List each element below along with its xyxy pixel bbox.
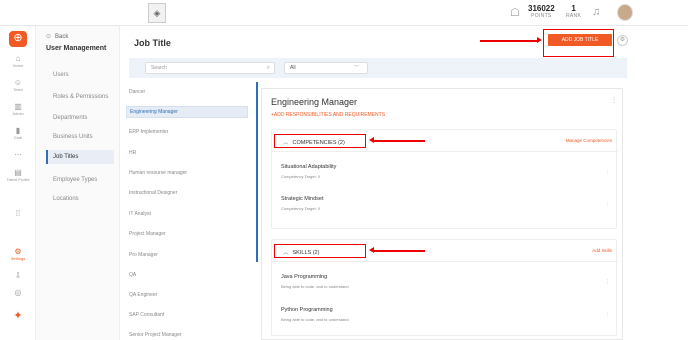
job-item[interactable]: Instructional Designer: [129, 190, 247, 196]
back-link[interactable]: ⊙ Back: [46, 33, 68, 40]
job-title-list: Dancer Engineering Manager ERP Implement…: [120, 82, 252, 340]
skills-section: ︿ SKILLS (2) Add Skills Java Programming …: [271, 239, 618, 336]
annotation-highlight-add: [543, 29, 614, 57]
submenu-item-employee-types[interactable]: Employee Types: [53, 177, 97, 183]
chevron-down-icon: ﹀: [353, 65, 359, 71]
main-content: Job Title ADD JOB TITLE ⚙ Search ⌕ All ﹀ D…: [120, 26, 688, 340]
points-label: POINTS: [531, 13, 552, 19]
talent-profile-icon: ▤: [14, 168, 22, 177]
download-icon: ⇩: [14, 271, 22, 280]
annotation-arrow: [369, 137, 425, 143]
job-item[interactable]: Engineering Manager: [126, 106, 248, 118]
gear-icon[interactable]: ⚙: [617, 35, 628, 46]
job-detail-panel: Engineering Manager ⋮ +ADD RESPONSIBILIT…: [261, 88, 623, 340]
submenu-item-business-units[interactable]: Business Units: [53, 134, 93, 140]
nav-goal[interactable]: ▮ Goal: [0, 126, 36, 140]
nav-admin[interactable]: ▥ Admin: [0, 102, 36, 116]
goal-icon: ▮: [15, 126, 21, 135]
submenu-item-users[interactable]: Users: [53, 72, 69, 78]
points-stat: 316022 POINTS: [528, 4, 555, 19]
icon-nav: ⊕ ⌂ Home ☺ Team ▥ Admin ▮ Goal ⋯ ▤ Talent Pro…: [0, 26, 36, 340]
list-scrollbar[interactable]: [256, 82, 258, 262]
manage-competencies-link[interactable]: Manage Competencies: [566, 138, 612, 143]
kebab-menu-icon[interactable]: ⋮: [605, 169, 610, 175]
kebab-menu-icon[interactable]: ⋮: [611, 97, 617, 104]
company-logo[interactable]: ◈: [148, 3, 166, 23]
job-item[interactable]: Pro Manager: [129, 252, 247, 258]
grid-icon: ⁞⁞: [15, 209, 21, 218]
submenu-item-job-titles[interactable]: Job Titles: [46, 150, 114, 164]
job-item[interactable]: Project Manager: [129, 231, 247, 237]
filter-select[interactable]: All ﹀: [284, 62, 368, 74]
admin-icon: ▥: [14, 102, 22, 111]
avatar[interactable]: [617, 4, 633, 21]
home-icon: ⌂: [15, 54, 21, 63]
nav-brand[interactable]: ✦: [0, 310, 36, 322]
job-item[interactable]: QA: [129, 272, 247, 278]
team-icon: ☺: [13, 78, 23, 87]
back-arrow-icon: ⊙: [46, 34, 52, 40]
nav-team[interactable]: ☺ Team: [0, 78, 36, 92]
add-skills-link[interactable]: Add Skills: [592, 248, 612, 253]
kebab-menu-icon[interactable]: ⋮: [605, 201, 610, 207]
page-title: Job Title: [134, 38, 171, 48]
filter-bar: Search ⌕ All ﹀: [129, 58, 627, 78]
nav-globe[interactable]: ◎: [0, 288, 36, 297]
nav-more[interactable]: ⋯: [0, 150, 36, 159]
settings-icon: ⚙: [14, 247, 22, 256]
nav-download[interactable]: ⇩: [0, 271, 36, 280]
nav-talent-profile[interactable]: ▤ Talent Profile: [0, 168, 36, 182]
submenu-item-roles[interactable]: Roles & Permissions: [53, 94, 108, 100]
rank-stat: 1 RANK: [566, 4, 581, 19]
competencies-header[interactable]: ︿ COMPETENCIES (2) Manage Competencies: [272, 130, 618, 152]
nav-settings[interactable]: ⚙ Settings: [0, 247, 36, 261]
competencies-section: ︿ COMPETENCIES (2) Manage Competencies Si…: [271, 129, 618, 229]
add-icon[interactable]: ⊕: [9, 31, 27, 47]
rank-label: RANK: [566, 13, 582, 19]
job-item[interactable]: Human resourse manager: [129, 170, 247, 176]
job-item[interactable]: Dancer: [129, 89, 247, 95]
job-item[interactable]: SAP Consultant: [129, 312, 247, 318]
chat-icon[interactable]: ☖: [510, 6, 520, 19]
submenu-item-departments[interactable]: Departments: [53, 115, 87, 121]
submenu-title: User Management: [46, 45, 107, 52]
search-input[interactable]: Search ⌕: [145, 62, 275, 74]
kebab-menu-icon[interactable]: ⋮: [605, 279, 610, 285]
annotation-arrow: [369, 247, 425, 253]
search-icon: ⌕: [266, 65, 270, 71]
user-management-menu: ⊙ Back User Management Users Roles & Perm…: [36, 26, 120, 340]
annotation-highlight-competencies: [274, 134, 366, 148]
submenu-item-locations[interactable]: Locations: [53, 196, 79, 202]
brand-icon: ✦: [13, 310, 23, 322]
top-bar: ◈ ☖ 316022 POINTS 1 RANK ♫: [0, 0, 688, 26]
bell-icon[interactable]: ♫: [592, 6, 600, 18]
job-item[interactable]: QA Engineer: [129, 292, 247, 298]
competency-row: Strategic Mindset Competency Target: 0 ⋮: [281, 196, 610, 211]
competency-row: Situational Adaptability Competency Targ…: [281, 164, 610, 179]
points-value: 316022: [528, 4, 555, 13]
more-icon: ⋯: [14, 150, 22, 159]
skill-row: Python Programming Being able to code, a…: [281, 307, 610, 322]
globe-icon: ◎: [14, 288, 22, 297]
skills-header[interactable]: ︿ SKILLS (2) Add Skills: [272, 240, 618, 262]
skill-row: Java Programming Being able to code, and…: [281, 274, 610, 289]
job-item[interactable]: ERP Implementer: [129, 129, 247, 135]
job-item[interactable]: Senior Project Manager: [129, 332, 247, 338]
nav-home[interactable]: ⌂ Home: [0, 54, 36, 68]
add-responsibilities-link[interactable]: +ADD RESPONSIBILITIES AND REQUIREMENTS: [271, 112, 385, 118]
annotation-arrow: [480, 37, 542, 43]
rank-value: 1: [571, 4, 576, 13]
kebab-menu-icon[interactable]: ⋮: [605, 312, 610, 318]
annotation-highlight-skills: [274, 244, 366, 258]
detail-title: Engineering Manager: [271, 97, 358, 107]
job-item[interactable]: HR: [129, 150, 247, 156]
nav-grid[interactable]: ⁞⁞: [0, 209, 36, 218]
job-item[interactable]: IT Analyst: [129, 211, 247, 217]
